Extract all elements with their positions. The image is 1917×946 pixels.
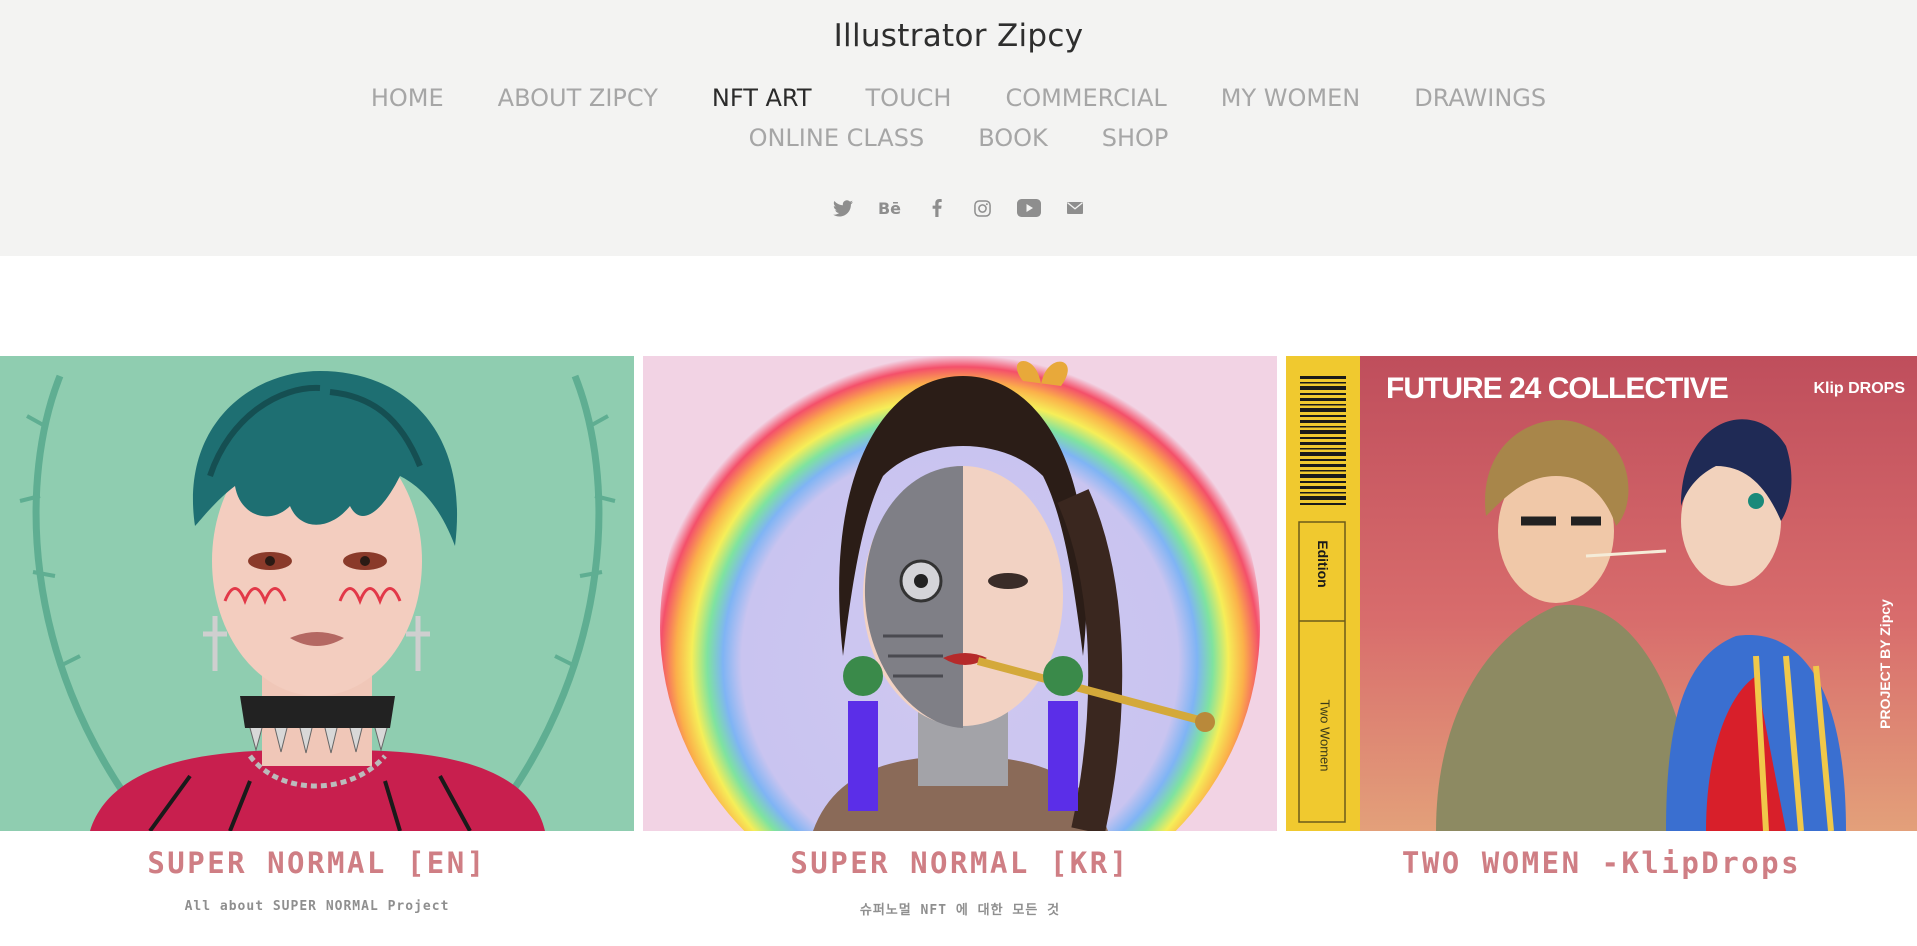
art-two-women-text: Two Women [1317, 699, 1333, 772]
email-icon[interactable] [1063, 196, 1087, 220]
gallery-card-super-normal-kr[interactable]: SUPER NORMAL [KR] 슈퍼노멀 NFT 에 대한 모든 것 [643, 356, 1277, 946]
nav-item-my-women[interactable]: MY WOMEN [1221, 84, 1360, 112]
art-collective-text: FUTURE 24 COLLECTIVE [1386, 372, 1729, 405]
nav-item-about-zipcy[interactable]: ABOUT ZIPCY [498, 84, 658, 112]
nav-item-book[interactable]: BOOK [978, 124, 1048, 152]
nav-item-shop[interactable]: SHOP [1102, 124, 1169, 152]
nav-item-touch[interactable]: TOUCH [866, 84, 952, 112]
card-title[interactable]: SUPER NORMAL [EN] [0, 846, 634, 880]
artwork-image[interactable] [0, 356, 634, 831]
twitter-icon[interactable] [831, 196, 855, 220]
main-nav-row-2: ONLINE CLASS BOOK SHOP [0, 124, 1917, 152]
card-subtitle: 슈퍼노멀 NFT 에 대한 모든 것 [859, 903, 1061, 918]
card-title[interactable]: SUPER NORMAL [KR] [643, 846, 1277, 880]
nav-item-home[interactable]: HOME [371, 84, 444, 112]
youtube-icon[interactable] [1016, 196, 1041, 220]
site-header: Illustrator Zipcy HOME ABOUT ZIPCY NFT A… [0, 0, 1917, 256]
main-nav-row-1: HOME ABOUT ZIPCY NFT ART TOUCH COMMERCIA… [0, 84, 1917, 112]
gallery-card-two-women-klipdrops[interactable]: FUTURE 24 COLLECTIVE Klip DROPS Edition … [1286, 356, 1917, 946]
artwork-image[interactable]: FUTURE 24 COLLECTIVE Klip DROPS Edition … [1286, 356, 1917, 831]
instagram-icon[interactable] [971, 196, 995, 220]
social-links: Bē [0, 196, 1917, 220]
art-project-by-text: PROJECT BY Zipcy [1877, 599, 1893, 729]
nav-item-drawings[interactable]: DRAWINGS [1414, 84, 1546, 112]
site-title[interactable]: Illustrator Zipcy [0, 18, 1917, 54]
nft-gallery: SUPER NORMAL [EN] All about SUPER NORMAL… [0, 356, 1917, 946]
art-klip-text: Klip DROPS [1813, 380, 1905, 397]
nav-item-online-class[interactable]: ONLINE CLASS [749, 124, 925, 152]
card-title[interactable]: TWO WOMEN -KlipDrops [1286, 846, 1917, 880]
card-subtitle: All about SUPER NORMAL Project [184, 899, 450, 914]
artwork-image[interactable] [643, 356, 1277, 831]
behance-icon[interactable]: Bē [877, 196, 903, 220]
art-edition-text: Edition [1315, 540, 1331, 588]
nav-item-commercial[interactable]: COMMERCIAL [1005, 84, 1166, 112]
facebook-icon[interactable] [925, 196, 949, 220]
gallery-card-super-normal-en[interactable]: SUPER NORMAL [EN] All about SUPER NORMAL… [0, 356, 634, 946]
nav-item-nft-art[interactable]: NFT ART [712, 84, 812, 112]
